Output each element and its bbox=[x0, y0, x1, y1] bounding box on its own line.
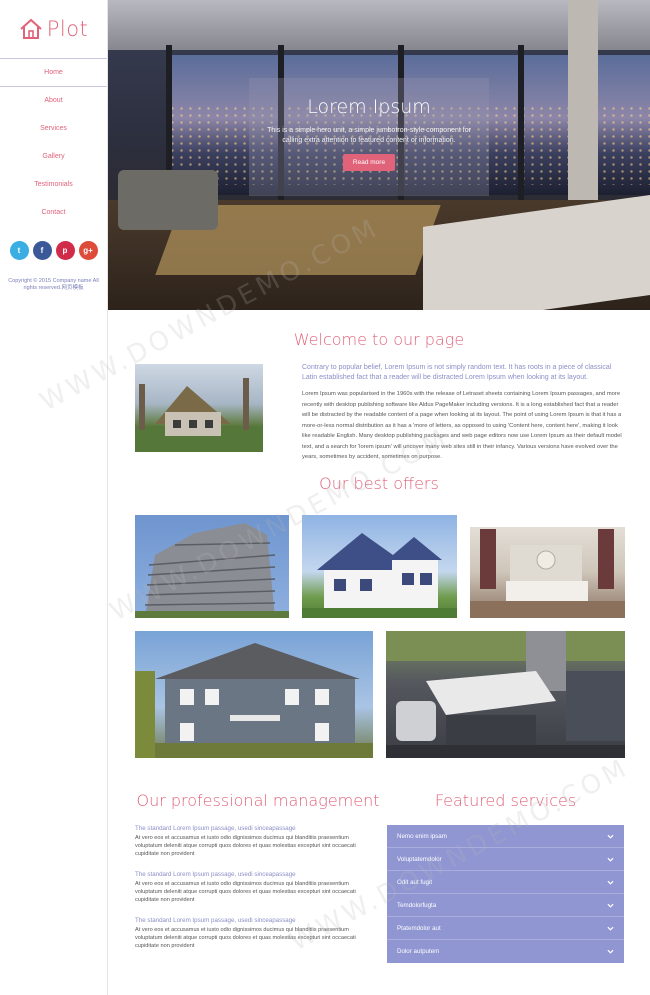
service-item-label: Ptatemdolor aut bbox=[397, 924, 441, 932]
management-title: Our professional management bbox=[136, 791, 380, 810]
services-accordion: Nemo enim ipsam Voluptatemdolor Odit aut… bbox=[387, 825, 624, 963]
googleplus-icon[interactable]: g+ bbox=[78, 241, 98, 260]
tower-illustration bbox=[135, 523, 289, 618]
hero-mullion bbox=[518, 45, 524, 205]
house-illustration bbox=[302, 533, 457, 618]
house-illustration bbox=[135, 643, 373, 758]
twitter-icon[interactable]: t bbox=[9, 241, 29, 260]
offer-image-kitchen[interactable] bbox=[386, 631, 625, 758]
management-item-heading[interactable]: The standard Lorem Ipsum passage, usedi … bbox=[135, 825, 375, 832]
offer-image-bedroom[interactable] bbox=[470, 515, 625, 618]
service-item[interactable]: Voluptatemdolor bbox=[387, 848, 624, 871]
service-item[interactable]: Dolor autputem bbox=[387, 940, 624, 963]
chevron-down-icon bbox=[607, 949, 614, 954]
services-title: Featured services bbox=[434, 791, 577, 810]
hero-title: Lorem Ipsum bbox=[307, 96, 431, 118]
pinterest-icon[interactable]: p bbox=[55, 241, 75, 260]
management-item: The standard Lorem Ipsum passage, usedi … bbox=[135, 825, 375, 858]
management-item: The standard Lorem Ipsum passage, usedi … bbox=[135, 871, 375, 904]
offer-image-apartment-tower[interactable] bbox=[135, 515, 289, 618]
nav-item-gallery[interactable]: Gallery bbox=[0, 143, 107, 171]
hero: Lorem Ipsum This is a simple hero unit, … bbox=[108, 0, 650, 310]
kitchen-illustration bbox=[386, 631, 625, 758]
hero-pillar bbox=[568, 0, 598, 210]
welcome-body: Lorem Ipsum was popularised in the 1960s… bbox=[302, 391, 622, 460]
offer-image-white-house[interactable] bbox=[302, 515, 457, 618]
offers-title: Our best offers bbox=[319, 474, 439, 493]
welcome-title: Welcome to our page bbox=[293, 330, 465, 349]
chevron-down-icon bbox=[607, 903, 614, 908]
social-links: t f p g+ bbox=[0, 241, 107, 260]
main-nav: Home About Services Gallery Testimonials… bbox=[0, 58, 107, 227]
management-item-text: At vero eos et accusamus et iusto odio d… bbox=[135, 835, 356, 857]
service-item[interactable]: Ptatemdolor aut bbox=[387, 917, 624, 940]
chevron-down-icon bbox=[607, 834, 614, 839]
management-item-text: At vero eos et accusamus et iusto odio d… bbox=[135, 927, 356, 949]
management-item-heading[interactable]: The standard Lorem Ipsum passage, usedi … bbox=[135, 917, 375, 924]
welcome-house-image bbox=[135, 364, 263, 452]
service-item-label: Nemo enim ipsam bbox=[397, 832, 447, 840]
nav-item-testimonials[interactable]: Testimonials bbox=[0, 171, 107, 199]
offer-image-grey-house[interactable] bbox=[135, 631, 373, 758]
facebook-icon[interactable]: f bbox=[32, 241, 52, 260]
home-icon bbox=[20, 18, 42, 39]
management-list: The standard Lorem Ipsum passage, usedi … bbox=[135, 825, 375, 963]
chevron-down-icon bbox=[607, 926, 614, 931]
service-item[interactable]: Temdolorfugta bbox=[387, 894, 624, 917]
nav-item-home[interactable]: Home bbox=[0, 59, 107, 87]
nav-item-services[interactable]: Services bbox=[0, 115, 107, 143]
sidebar: Plot Home About Services Gallery Testimo… bbox=[0, 0, 108, 995]
logo[interactable]: Plot bbox=[0, 0, 107, 58]
service-item-label: Odit aut fugit bbox=[397, 878, 433, 886]
bedroom-illustration bbox=[470, 515, 625, 618]
management-item-heading[interactable]: The standard Lorem Ipsum passage, usedi … bbox=[135, 871, 375, 878]
service-item[interactable]: Odit aut fugit bbox=[387, 871, 624, 894]
welcome-intro: Contrary to popular belief, Lorem Ipsum … bbox=[302, 364, 612, 381]
chevron-down-icon bbox=[607, 857, 614, 862]
service-item-label: Temdolorfugta bbox=[397, 901, 437, 909]
nav-item-contact[interactable]: Contact bbox=[0, 199, 107, 227]
nav-item-about[interactable]: About bbox=[0, 87, 107, 115]
management-item: The standard Lorem Ipsum passage, usedi … bbox=[135, 917, 375, 950]
copyright: Copyright © 2015 Company name All rights… bbox=[8, 278, 99, 291]
chevron-down-icon bbox=[607, 880, 614, 885]
management-item-text: At vero eos et accusamus et iusto odio d… bbox=[135, 881, 356, 903]
service-item-label: Voluptatemdolor bbox=[397, 855, 442, 863]
hero-panel: Lorem Ipsum This is a simple hero unit, … bbox=[249, 78, 489, 196]
service-item[interactable]: Nemo enim ipsam bbox=[387, 825, 624, 848]
logo-text: Plot bbox=[46, 17, 89, 41]
read-more-button[interactable]: Read more bbox=[342, 154, 396, 171]
house-illustration bbox=[135, 378, 263, 452]
service-item-label: Dolor autputem bbox=[397, 948, 440, 955]
hero-sofa bbox=[118, 170, 218, 230]
hero-text: This is a simple hero unit, a simple jum… bbox=[267, 127, 471, 144]
